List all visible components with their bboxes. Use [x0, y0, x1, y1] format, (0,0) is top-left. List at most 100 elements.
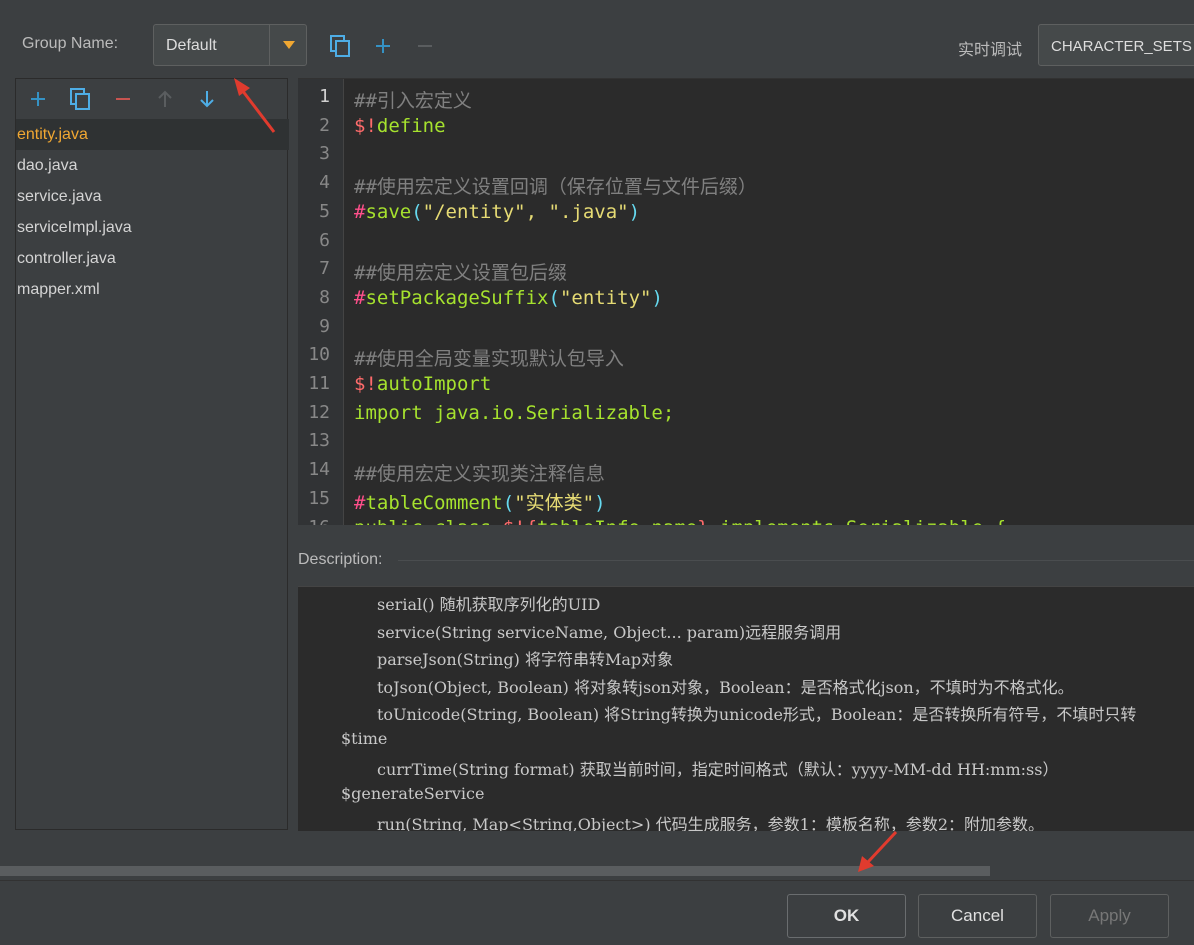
description-label: Description:: [298, 551, 383, 568]
plus-icon[interactable]: [371, 34, 395, 58]
minus-icon[interactable]: [111, 87, 135, 111]
description-line: run(String, Map<String,Object>) 代码生成服务，参…: [377, 815, 1045, 831]
code-token: $!{: [503, 517, 537, 526]
code-line: 11 $!autoImport: [298, 370, 1194, 399]
copy-icon[interactable]: [68, 87, 92, 111]
code-line: 13: [298, 427, 1194, 456]
copy-icon[interactable]: [328, 34, 352, 58]
code-token: tableComment: [365, 491, 503, 514]
template-file-item[interactable]: entity.java: [16, 119, 289, 150]
code-token: ): [594, 491, 606, 514]
code-text: #save("/entity", ".java"): [354, 201, 640, 223]
description-line: $generateService: [341, 783, 485, 803]
code-line: 12 import java.io.Serializable;: [298, 399, 1194, 428]
apply-button: Apply: [1050, 894, 1169, 938]
code-line: 5 #save("/entity", ".java"): [298, 198, 1194, 227]
code-token: ##使用宏定义设置包后缀: [354, 262, 567, 285]
line-number: 14: [308, 459, 330, 481]
description-line: $time: [341, 728, 388, 748]
description-line: parseJson(String) 将字符串转Map对象: [377, 650, 674, 669]
chevron-down-icon[interactable]: [272, 25, 306, 65]
line-number: 8: [319, 286, 330, 308]
code-text: $!define: [354, 115, 446, 137]
code-line: 9: [298, 313, 1194, 342]
description-line: toJson(Object, Boolean) 将对象转json对象，Boole…: [377, 677, 1074, 697]
line-number: 5: [319, 200, 330, 222]
arrow-down-icon[interactable]: [195, 87, 219, 111]
group-select-divider: [269, 25, 270, 65]
line-number: 6: [319, 229, 330, 251]
line-number: 3: [319, 143, 330, 165]
code-token: save: [365, 200, 412, 223]
bottom-divider: [0, 880, 1194, 881]
arrow-up-icon: [153, 87, 177, 111]
line-number: 13: [308, 430, 330, 452]
group-select[interactable]: Default: [153, 24, 307, 66]
line-number: 2: [319, 114, 330, 136]
code-line: 10 ##使用全局变量实现默认包导入: [298, 341, 1194, 370]
cancel-button[interactable]: Cancel: [918, 894, 1037, 938]
code-token: (: [548, 286, 560, 309]
code-token: autoImport: [376, 373, 492, 395]
group-name-label: Group Name:: [22, 35, 119, 52]
code-token: define: [376, 114, 446, 137]
code-token: $!: [354, 373, 377, 395]
description-text-area[interactable]: serial() 随机获取序列化的UID service(String servi…: [298, 586, 1194, 831]
code-token: $!: [354, 114, 377, 137]
code-token: ##引入宏定义: [354, 90, 472, 112]
code-token: implements Serializable {: [709, 517, 1006, 526]
template-file-item[interactable]: service.java: [16, 181, 289, 212]
code-editor[interactable]: 1 ##引入宏定义 2 $!define 3 4 ##使用宏定义设置回调（保存位置与文件后缀…: [298, 78, 1194, 525]
debug-variable-select[interactable]: CHARACTER_SETS: [1038, 24, 1194, 66]
code-text: public class $!{tableInfo.name} implemen…: [354, 517, 1006, 526]
code-line: 15 #tableComment("实体类"): [298, 485, 1194, 514]
code-token: #: [354, 200, 366, 223]
description-line: serial() 随机获取序列化的UID: [377, 595, 601, 614]
code-token: (: [411, 200, 423, 223]
code-line: 6: [298, 227, 1194, 256]
code-token: ): [628, 200, 641, 223]
code-token: ##使用宏定义实现类注释信息: [354, 463, 605, 486]
code-token: "/entity", ".java": [422, 200, 629, 223]
debug-variable-value: CHARACTER_SETS: [1051, 38, 1192, 55]
template-file-item[interactable]: mapper.xml: [16, 274, 289, 305]
code-token: #: [354, 286, 366, 309]
live-debug-label: 实时调试: [958, 42, 1023, 59]
template-file-item[interactable]: serviceImpl.java: [16, 212, 289, 243]
code-token: setPackageSuffix: [365, 286, 549, 309]
code-line: 1 ##引入宏定义: [298, 83, 1194, 112]
line-number: 4: [319, 172, 330, 194]
ok-button[interactable]: OK: [787, 894, 906, 938]
description-line: service(String serviceName, Object... pa…: [377, 622, 842, 642]
code-text: ##使用宏定义实现类注释信息: [354, 459, 605, 486]
code-token: tableInfo.name: [537, 517, 697, 526]
horizontal-scrollbar-thumb[interactable]: [0, 866, 990, 876]
code-line: 7 ##使用宏定义设置包后缀: [298, 255, 1194, 284]
template-file-item[interactable]: controller.java: [16, 243, 289, 274]
code-token: public class: [354, 517, 503, 526]
line-number: 16: [298, 517, 330, 526]
code-text: import java.io.Serializable;: [354, 402, 674, 424]
code-token: ): [651, 286, 663, 309]
template-file-item[interactable]: dao.java: [16, 150, 289, 181]
code-line: 14 ##使用宏定义实现类注释信息: [298, 456, 1194, 485]
line-number: 7: [319, 258, 330, 280]
group-select-value: Default: [166, 37, 217, 54]
template-list-toolbar: [16, 79, 287, 117]
code-line: 2 $!define: [298, 112, 1194, 141]
template-file-list: entity.java dao.java service.java serviceIm…: [16, 119, 289, 305]
code-text: #tableComment("实体类"): [354, 488, 606, 515]
code-text: ##使用宏定义设置回调（保存位置与文件后缀）: [354, 172, 757, 199]
code-line: 4 ##使用宏定义设置回调（保存位置与文件后缀）: [298, 169, 1194, 198]
code-text: ##使用宏定义设置包后缀: [354, 258, 567, 285]
code-token: (: [502, 491, 515, 514]
code-token: }: [697, 517, 708, 526]
code-line: 16 public class $!{tableInfo.name} implem…: [298, 514, 1194, 526]
code-text: ##引入宏定义: [354, 86, 472, 113]
plus-icon[interactable]: [26, 87, 50, 111]
line-number: 9: [319, 315, 330, 337]
code-token: #: [354, 491, 366, 514]
code-token: import java.io.Serializable;: [354, 401, 675, 424]
description-line: toUnicode(String, Boolean) 将String转换为uni…: [377, 705, 1137, 724]
line-number: 1: [319, 86, 330, 107]
